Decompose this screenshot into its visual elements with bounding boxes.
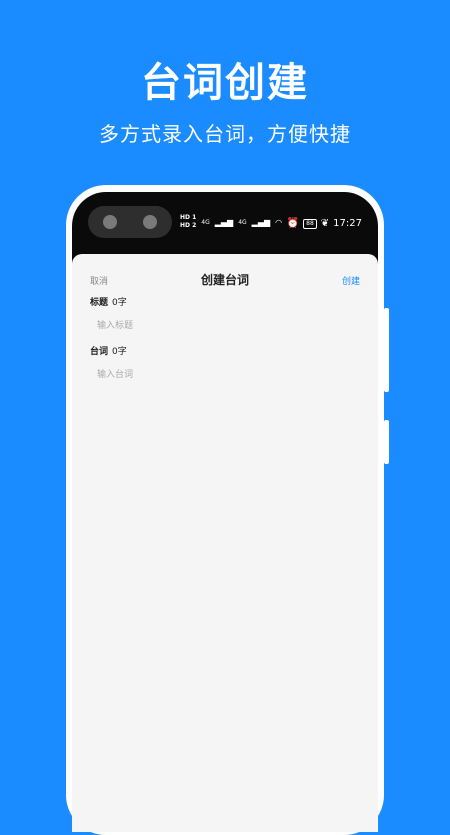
lines-field-label: 台词 0字 [90,344,127,357]
hero-subtitle: 多方式录入台词，方便快捷 [99,122,351,146]
phone-power-button [384,420,389,464]
create-button[interactable]: 创建 [342,274,360,287]
signal-icon: ▂▄▆ [251,217,271,227]
signal-icon: ▂▄▆ [214,217,234,227]
camera-lens-icon [103,215,117,229]
title-label-text: 标题 [90,298,109,308]
status-bar-left: HD 1 HD 2 4G ▂▄▆ 4G ▂▄▆ ◠ [180,214,282,230]
lines-label-text: 台词 [90,347,109,357]
wifi-icon: ◠ [275,217,283,227]
camera-cutout [88,206,172,238]
hd-indicator: HD 1 HD 2 [180,214,196,230]
status-bar-right: ⏰ 88 ❦ 17:27 [287,218,362,229]
phone-volume-button [384,308,389,392]
hd2-text: HD 2 [180,222,197,229]
title-char-count: 0字 [112,298,127,308]
phone-screen: HD 1 HD 2 4G ▂▄▆ 4G ▂▄▆ ◠ ⏰ 88 ❦ 17:27 取… [72,192,378,832]
network-type-2: 4G [238,218,247,226]
hero-title: 台词创建 [141,60,309,106]
network-type-1: 4G [201,218,210,226]
status-time: 17:27 [333,218,362,229]
lines-input[interactable] [90,367,374,383]
create-lines-page: 取消 创建台词 创建 标题0字 台词0字 [72,254,378,832]
leaf-icon: ❦ [320,218,330,229]
title-input[interactable] [90,318,374,334]
camera-lens-icon [143,215,157,229]
hd1-text: HD 1 [180,214,197,221]
lines-char-count: 0字 [112,347,127,357]
battery-icon: 88 [303,218,317,229]
title-field-label: 标题 0字 [90,295,127,308]
page-title: 创建台词 [200,273,249,287]
alarm-icon: ⏰ [286,218,300,229]
